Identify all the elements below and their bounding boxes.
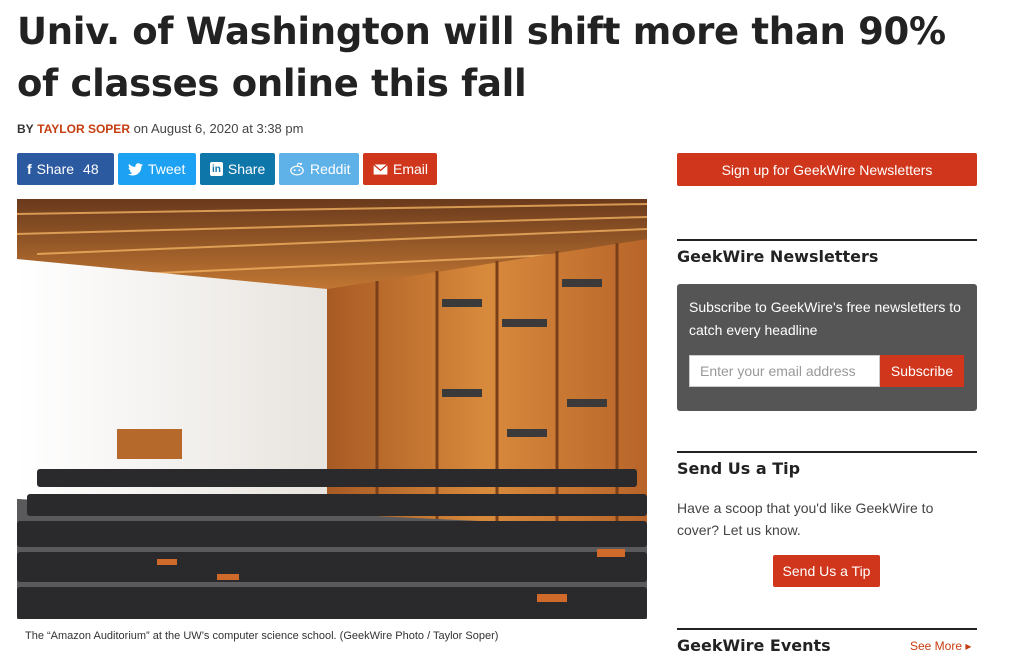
envelope-icon [373, 163, 388, 175]
events-heading: GeekWire Events [677, 636, 831, 655]
twitter-icon [128, 162, 143, 176]
photo-caption: The “Amazon Auditorium” at the UW’s comp… [25, 630, 499, 642]
author-link[interactable]: TAYLOR SOPER [37, 122, 130, 136]
article-headline: Univ. of Washington will shift more than… [17, 10, 946, 105]
reddit-icon [289, 162, 305, 176]
section-divider [677, 239, 977, 241]
subscribe-button[interactable]: Subscribe [880, 355, 964, 387]
newsletter-signup-button[interactable]: Sign up for GeekWire Newsletters [677, 153, 977, 186]
twitter-tweet-button[interactable]: Tweet [118, 153, 196, 185]
twitter-tweet-label: Tweet [148, 161, 186, 177]
newsletter-signup-box: Subscribe to GeekWire's free newsletters… [677, 284, 977, 411]
byline: BY TAYLOR SOPER on August 6, 2020 at 3:3… [17, 121, 303, 136]
email-share-label: Email [393, 161, 429, 177]
publish-date: on August 6, 2020 at 3:38 pm [133, 121, 304, 136]
facebook-icon: f [27, 161, 32, 177]
linkedin-share-button[interactable]: in Share [200, 153, 275, 185]
share-buttons: f Share 48 Tweet in Share Reddit Email [17, 153, 437, 185]
facebook-share-label: Share [36, 161, 75, 177]
section-divider [677, 451, 977, 453]
section-divider [677, 628, 977, 630]
linkedin-icon: in [210, 162, 223, 176]
reddit-share-label: Reddit [310, 161, 351, 177]
email-share-button[interactable]: Email [363, 153, 437, 185]
see-more-link[interactable]: See More ▸ [910, 639, 971, 653]
linkedin-share-label: Share [227, 161, 266, 177]
facebook-share-button[interactable]: f Share 48 [17, 153, 114, 185]
send-tip-heading: Send Us a Tip [677, 459, 801, 478]
auditorium-photo [17, 199, 647, 619]
byline-prefix: BY [17, 122, 34, 136]
send-tip-description: Have a scoop that you'd like GeekWire to… [677, 500, 934, 538]
newsletter-form: Subscribe [689, 355, 964, 387]
newsletters-heading: GeekWire Newsletters [677, 247, 879, 266]
reddit-share-button[interactable]: Reddit [279, 153, 359, 185]
facebook-share-count: 48 [83, 161, 99, 177]
send-tip-button[interactable]: Send Us a Tip [773, 555, 880, 587]
auditorium-illustration [17, 199, 647, 619]
newsletter-description: Subscribe to GeekWire's free newsletters… [689, 299, 961, 338]
email-input[interactable] [689, 355, 880, 387]
